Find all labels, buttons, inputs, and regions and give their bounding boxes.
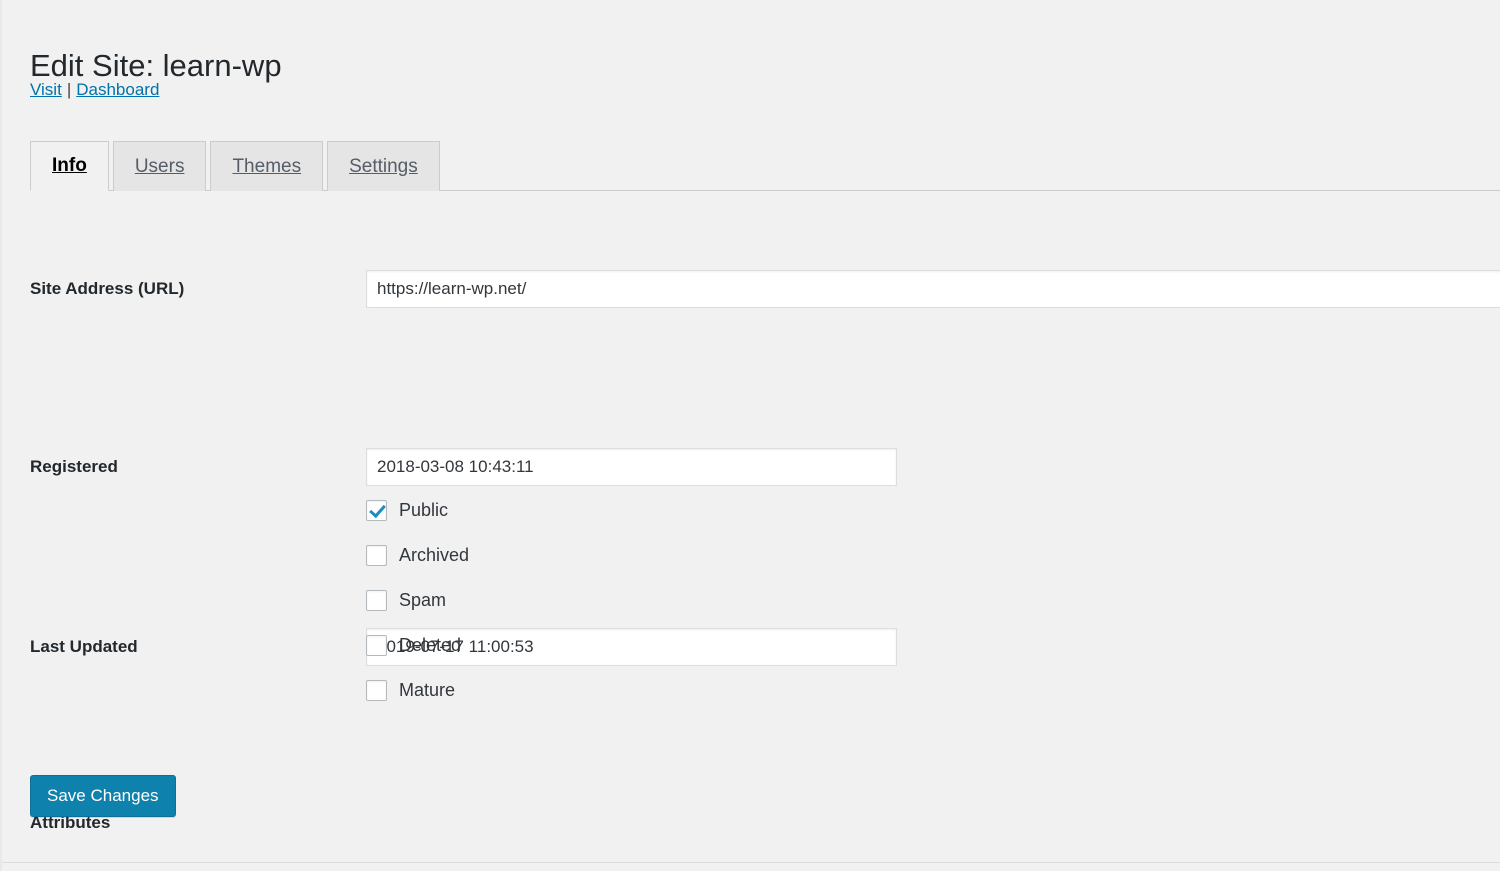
checkbox-deleted[interactable] (366, 635, 387, 656)
attribute-label-deleted: Deleted (399, 633, 461, 657)
tab-settings[interactable]: Settings (327, 141, 440, 191)
save-changes-button[interactable]: Save Changes (30, 775, 176, 817)
link-separator: | (62, 78, 76, 102)
attribute-option-archived[interactable]: Archived (366, 543, 469, 567)
registered-input[interactable] (366, 448, 897, 486)
attribute-option-spam[interactable]: Spam (366, 588, 469, 612)
visit-link[interactable]: Visit (30, 80, 62, 99)
checkbox-mature[interactable] (366, 680, 387, 701)
submit-area: Save Changes (30, 775, 176, 817)
tab-users[interactable]: Users (113, 141, 207, 191)
attribute-label-public: Public (399, 498, 448, 522)
attribute-option-public[interactable]: Public (366, 498, 469, 522)
site-links: Visit|Dashboard (30, 78, 159, 102)
attribute-label-mature: Mature (399, 678, 455, 702)
attribute-option-deleted[interactable]: Deleted (366, 633, 469, 657)
checkbox-archived[interactable] (366, 545, 387, 566)
registered-label: Registered (30, 455, 118, 479)
edit-site-page: Edit Site: learn-wp Visit|Dashboard Info… (0, 0, 1500, 871)
attribute-label-spam: Spam (399, 588, 446, 612)
checkbox-spam[interactable] (366, 590, 387, 611)
tab-themes[interactable]: Themes (210, 141, 323, 191)
site-address-label: Site Address (URL) (30, 277, 184, 301)
last-updated-label: Last Updated (30, 635, 138, 659)
footer-divider (2, 862, 1500, 863)
site-address-input[interactable] (366, 270, 1500, 308)
tab-info[interactable]: Info (30, 141, 109, 191)
attribute-option-mature[interactable]: Mature (366, 678, 469, 702)
dashboard-link[interactable]: Dashboard (76, 80, 159, 99)
tab-bar: Info Users Themes Settings (30, 139, 1500, 191)
checkbox-public[interactable] (366, 500, 387, 521)
attribute-label-archived: Archived (399, 543, 469, 567)
attributes-checkbox-group: Public Archived Spam Deleted Mature (366, 498, 469, 723)
